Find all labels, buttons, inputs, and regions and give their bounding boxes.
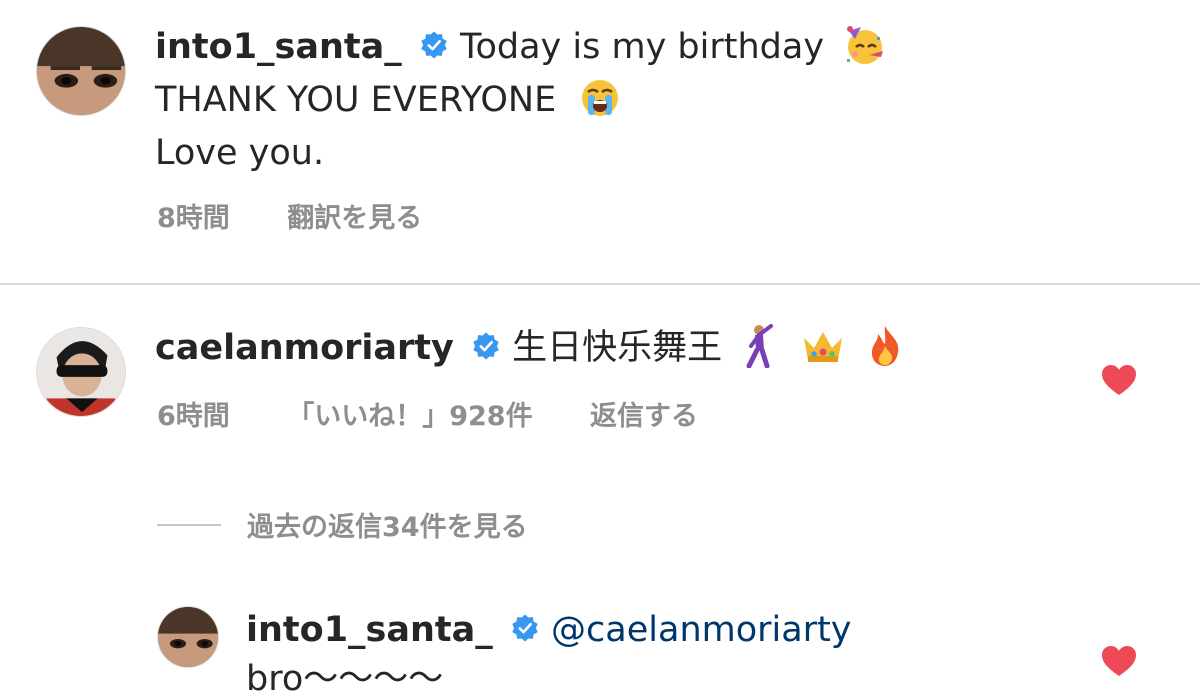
- mention-link[interactable]: @caelanmoriarty: [551, 610, 851, 650]
- avatar-image: [158, 607, 218, 667]
- reply-line-2: bro〜〜〜〜: [246, 653, 443, 697]
- fire-icon: [866, 324, 904, 368]
- comment-meta: 8時間 翻訳を見る: [157, 201, 470, 237]
- comment-text: THANK YOU EVERYONE: [155, 80, 557, 120]
- reply-text: bro〜〜〜〜: [246, 659, 444, 697]
- avatar-image: [37, 328, 125, 416]
- crown-icon: [800, 326, 846, 366]
- like-heart-icon[interactable]: [1101, 364, 1137, 396]
- comment-text: 生日快乐舞王: [512, 328, 723, 368]
- verified-badge-icon: [471, 331, 501, 361]
- comment-text: Today is my birthday: [460, 27, 825, 67]
- comments-screen: into1_santa_ Today is my birthday THANK …: [0, 0, 1200, 697]
- verified-badge-icon: [419, 30, 449, 60]
- view-replies-button[interactable]: 過去の返信34件を見る: [157, 505, 528, 544]
- likes-count[interactable]: 「いいね！」928件: [287, 401, 532, 432]
- timestamp[interactable]: 8時間: [157, 203, 230, 234]
- view-replies-label: 過去の返信34件を見る: [247, 512, 528, 543]
- avatar-image: [37, 27, 125, 115]
- partying-face-icon: [843, 23, 887, 67]
- reply-line-1: into1_santa_ @caelanmoriarty: [246, 604, 852, 656]
- comment-line-1: into1_santa_ Today is my birthday: [155, 21, 887, 73]
- username[interactable]: into1_santa_: [246, 610, 493, 650]
- avatar[interactable]: [36, 327, 126, 417]
- comment-line-3: Love you.: [155, 127, 324, 179]
- avatar[interactable]: [157, 606, 219, 668]
- comment-line-2: THANK YOU EVERYONE: [155, 74, 621, 126]
- comment-meta: 6時間 「いいね！」928件 返信する: [157, 399, 746, 435]
- comment-text: Love you.: [155, 133, 325, 173]
- timestamp[interactable]: 6時間: [157, 401, 230, 432]
- verified-badge-icon: [510, 613, 540, 643]
- username[interactable]: into1_santa_: [155, 27, 402, 67]
- replies-divider: [157, 523, 221, 526]
- divider: [0, 283, 1200, 285]
- reply-button[interactable]: 返信する: [590, 401, 698, 432]
- dancing-man-icon: [741, 324, 781, 368]
- comment-line-1: caelanmoriarty 生日快乐舞王: [155, 322, 904, 374]
- username[interactable]: caelanmoriarty: [155, 328, 454, 368]
- translate-link[interactable]: 翻訳を見る: [287, 203, 422, 234]
- like-heart-icon[interactable]: [1101, 645, 1137, 677]
- loudly-crying-face-icon: [579, 77, 621, 119]
- avatar[interactable]: [36, 26, 126, 116]
